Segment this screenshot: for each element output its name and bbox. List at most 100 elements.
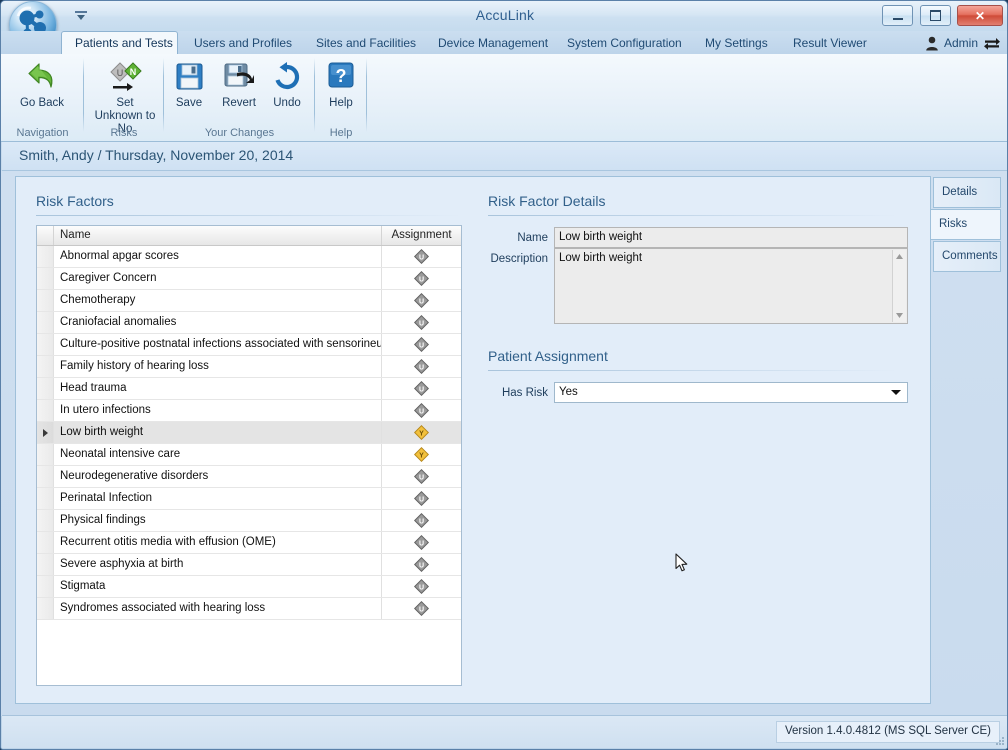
close-icon: ✕	[974, 8, 986, 23]
floppy-disk-icon	[164, 58, 214, 94]
risk-assignment-cell[interactable]: U	[382, 356, 461, 377]
minimize-button[interactable]	[882, 5, 914, 26]
user-name-label: Admin	[943, 36, 978, 50]
risk-factor-name-cell: Low birth weight	[54, 422, 382, 443]
window-title: AccuLink	[475, 7, 535, 23]
go-back-label: Go Back	[19, 97, 65, 109]
table-row[interactable]: Severe asphyxia at birth U	[37, 554, 461, 576]
ribbon-group-your-changes: Save Revert Undo Your Changes	[164, 54, 315, 141]
switch-user-icon[interactable]	[983, 36, 1001, 50]
table-row[interactable]: Craniofacial anomalies U	[37, 312, 461, 334]
help-label: Help	[329, 97, 353, 109]
svg-text:Y: Y	[419, 431, 424, 438]
risk-assignment-cell[interactable]: U	[382, 598, 461, 619]
risk-assignment-cell[interactable]: U	[382, 488, 461, 509]
revert-label: Revert	[222, 97, 256, 109]
risk-factor-name-cell: Perinatal Infection	[54, 488, 382, 509]
risk-assignment-cell[interactable]: U	[382, 290, 461, 311]
svg-text:U: U	[419, 607, 424, 614]
grid-column-header-assignment[interactable]: Assignment	[382, 226, 461, 245]
table-row[interactable]: Caregiver Concern U	[37, 268, 461, 290]
grid-column-header-name[interactable]: Name	[54, 226, 382, 245]
table-row[interactable]: Neonatal intensive care Y	[37, 444, 461, 466]
table-row[interactable]: Neurodegenerative disorders U	[37, 466, 461, 488]
risk-unknown-diamond-icon: U	[414, 491, 429, 506]
table-row[interactable]: Stigmata U	[37, 576, 461, 598]
risk-assignment-cell[interactable]: U	[382, 510, 461, 531]
description-scrollbar[interactable]	[892, 250, 906, 322]
table-row[interactable]: Physical findings U	[37, 510, 461, 532]
risk-factor-name-cell: Chemotherapy	[54, 290, 382, 311]
scroll-down-icon[interactable]	[893, 309, 906, 322]
tab-my-settings[interactable]: My Settings	[692, 32, 777, 54]
side-tab-details[interactable]: Details	[933, 177, 1001, 208]
ribbon-group-help-label: Help	[329, 127, 353, 139]
tab-sites-and-facilities[interactable]: Sites and Facilities	[303, 32, 421, 54]
application-window: AccuLink ✕ Patients and Tests Users and …	[0, 0, 1008, 750]
risk-assignment-cell[interactable]: U	[382, 246, 461, 267]
title-bar: AccuLink ✕	[1, 1, 1007, 49]
risk-assignment-cell[interactable]: Y	[382, 444, 461, 465]
go-back-button[interactable]: Go Back	[10, 58, 74, 110]
content-area: Risk Factors Name Assignment Abnormal ap…	[1, 171, 1007, 716]
resize-grip-icon[interactable]	[993, 734, 1005, 746]
table-row[interactable]: Recurrent otitis media with effusion (OM…	[37, 532, 461, 554]
risk-assignment-cell[interactable]: U	[382, 576, 461, 597]
svg-text:N: N	[130, 67, 137, 77]
risk-assignment-cell[interactable]: Y	[382, 422, 461, 443]
help-button[interactable]: ? Help	[309, 58, 373, 110]
tab-result-viewer[interactable]: Result Viewer	[780, 32, 878, 54]
table-row[interactable]: Low birth weight Y	[37, 422, 461, 444]
table-row[interactable]: Culture-positive postnatal infections as…	[37, 334, 461, 356]
tab-device-management[interactable]: Device Management	[425, 32, 551, 54]
risk-assignment-cell[interactable]: U	[382, 466, 461, 487]
svg-text:?: ?	[336, 66, 347, 86]
table-row[interactable]: Syndromes associated with hearing loss U	[37, 598, 461, 620]
row-indicator-cell	[37, 356, 54, 377]
risk-assignment-cell[interactable]: U	[382, 378, 461, 399]
side-tab-comments[interactable]: Comments	[933, 241, 1001, 272]
table-row[interactable]: Chemotherapy U	[37, 290, 461, 312]
tab-patients-and-tests[interactable]: Patients and Tests	[61, 31, 178, 54]
svg-text:U: U	[419, 475, 424, 482]
description-field[interactable]: Low birth weight	[554, 248, 908, 324]
maximize-button[interactable]	[919, 5, 951, 26]
save-button[interactable]: Save	[164, 58, 214, 110]
undo-label: Undo	[273, 97, 301, 109]
grid-header-row: Name Assignment	[37, 226, 461, 246]
chevron-down-icon	[891, 390, 901, 395]
risk-assignment-cell[interactable]: U	[382, 532, 461, 553]
set-unknown-to-no-button[interactable]: U N Set Unknown to No	[92, 58, 158, 136]
revert-button[interactable]: Revert	[212, 58, 266, 110]
save-label: Save	[175, 97, 203, 109]
svg-text:U: U	[419, 343, 424, 350]
tab-system-configuration[interactable]: System Configuration	[554, 32, 689, 54]
tab-users-and-profiles[interactable]: Users and Profiles	[181, 32, 301, 54]
user-account-area[interactable]: Admin	[925, 33, 1001, 53]
risk-assignment-cell[interactable]: U	[382, 400, 461, 421]
risk-unknown-diamond-icon: U	[414, 403, 429, 418]
patient-assignment-title: Patient Assignment	[488, 348, 608, 364]
table-row[interactable]: In utero infections U	[37, 400, 461, 422]
minimize-icon	[883, 6, 912, 25]
scroll-up-icon[interactable]	[893, 250, 906, 263]
row-indicator-cell	[37, 510, 54, 531]
table-row[interactable]: Perinatal Infection U	[37, 488, 461, 510]
table-row[interactable]: Family history of hearing loss U	[37, 356, 461, 378]
side-tab-risks[interactable]: Risks	[931, 209, 1001, 240]
risk-unknown-diamond-icon: U	[414, 469, 429, 484]
risk-assignment-cell[interactable]: U	[382, 554, 461, 575]
risk-assignment-cell[interactable]: U	[382, 268, 461, 289]
row-indicator-cell	[37, 532, 54, 553]
risk-unknown-diamond-icon: U	[414, 249, 429, 264]
undo-button[interactable]: Undo	[263, 58, 311, 110]
risk-assignment-cell[interactable]: U	[382, 312, 461, 333]
name-field[interactable]: Low birth weight	[554, 227, 908, 248]
has-risk-dropdown[interactable]: Yes	[554, 382, 908, 403]
table-row[interactable]: Abnormal apgar scores U	[37, 246, 461, 268]
close-button[interactable]: ✕	[957, 5, 1003, 26]
risk-assignment-cell[interactable]: U	[382, 334, 461, 355]
table-row[interactable]: Head trauma U	[37, 378, 461, 400]
ribbon-group-your-changes-label: Your Changes	[204, 127, 275, 139]
risk-factors-grid[interactable]: Name Assignment Abnormal apgar scores U Ca…	[36, 225, 462, 686]
